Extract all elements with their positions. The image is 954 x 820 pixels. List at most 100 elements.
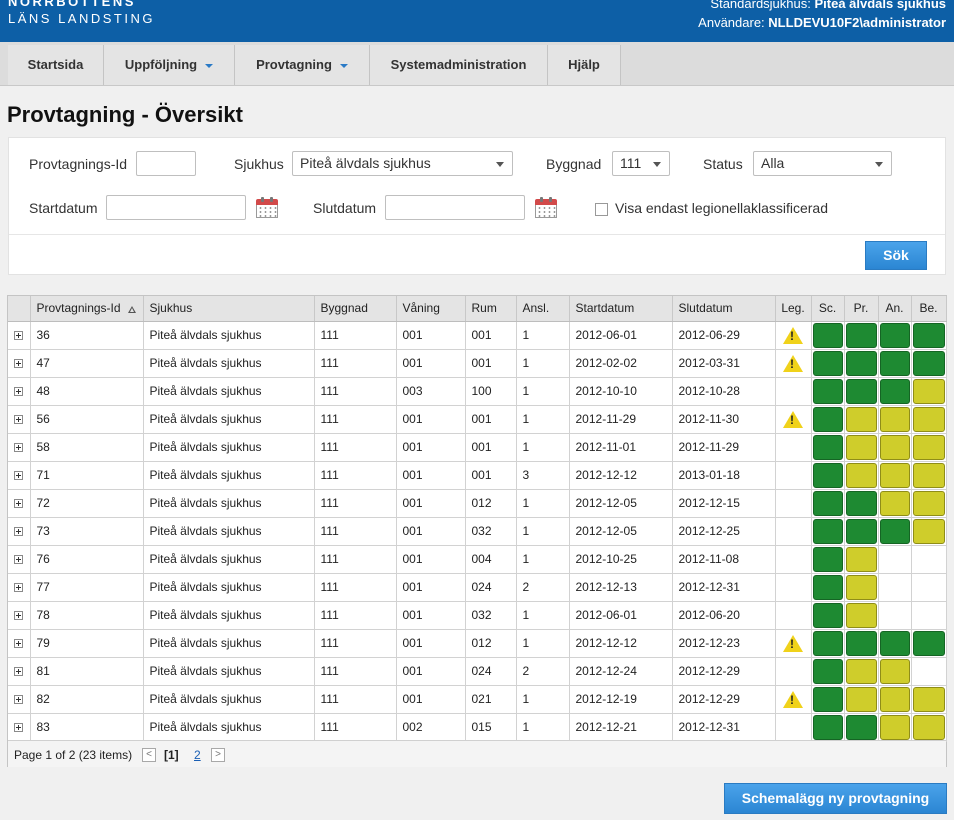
column-header-sc[interactable]: Sc. bbox=[811, 296, 845, 322]
calendar-ring bbox=[261, 197, 264, 202]
cell-vaning: 001 bbox=[396, 349, 466, 378]
column-header-be[interactable]: Be. bbox=[911, 296, 947, 322]
nav-hjalp-label: Hjälp bbox=[568, 57, 600, 72]
expand-plus-icon[interactable] bbox=[14, 639, 24, 649]
expand-plus-icon[interactable] bbox=[14, 527, 24, 537]
cell-ansl: 1 bbox=[516, 321, 570, 350]
expand-plus-icon[interactable] bbox=[14, 611, 24, 621]
table-row[interactable]: 58 Piteå älvdals sjukhus 111 001 001 1 2012-11… bbox=[8, 433, 947, 462]
cell-id: 83 bbox=[30, 713, 144, 742]
status-indicator-green bbox=[812, 518, 843, 544]
table-row[interactable]: 82 Piteå älvdals sjukhus 111 001 021 1 2012-12… bbox=[8, 685, 947, 714]
id-input[interactable] bbox=[136, 151, 196, 176]
nav-startsida[interactable]: Startsida bbox=[8, 45, 104, 85]
column-header-pr[interactable]: Pr. bbox=[844, 296, 879, 322]
sort-ascending-icon bbox=[127, 305, 136, 313]
expand-plus-icon[interactable] bbox=[14, 359, 24, 369]
table-row[interactable]: 36 Piteå älvdals sjukhus 111 001 001 1 2012-06… bbox=[8, 321, 947, 350]
startdate-input[interactable] bbox=[106, 195, 246, 220]
search-button[interactable]: Sök bbox=[865, 241, 927, 270]
column-header-slutdatum[interactable]: Slutdatum bbox=[672, 296, 776, 322]
expand-plus-icon[interactable] bbox=[14, 583, 24, 593]
expand-plus-icon[interactable] bbox=[14, 443, 24, 453]
status-indicator-yellow bbox=[912, 714, 945, 740]
expand-plus-icon[interactable] bbox=[14, 555, 24, 565]
status-indicator-green bbox=[845, 518, 877, 544]
nav-hjalp[interactable]: Hjälp bbox=[548, 45, 621, 85]
column-header-vaning[interactable]: Våning bbox=[396, 296, 466, 322]
building-select[interactable]: 111 bbox=[612, 151, 670, 176]
column-header-an[interactable]: An. bbox=[878, 296, 912, 322]
table-row[interactable]: 72 Piteå älvdals sjukhus 111 001 012 1 2012-12… bbox=[8, 489, 947, 518]
calendar-icon[interactable] bbox=[535, 197, 557, 218]
expand-plus-icon[interactable] bbox=[14, 723, 24, 733]
cell-rum: 024 bbox=[465, 657, 517, 686]
nav-uppfoljning[interactable]: Uppföljning bbox=[104, 45, 235, 85]
status-cell-pr bbox=[844, 433, 879, 462]
status-cell-sc bbox=[811, 601, 845, 630]
expand-plus-icon[interactable] bbox=[14, 471, 24, 481]
user-value: NLLDEVU10F2\administrator bbox=[768, 15, 946, 30]
column-header-id[interactable]: Provtagnings-Id bbox=[30, 296, 144, 322]
cell-byggnad: 111 bbox=[314, 377, 397, 406]
legionella-checkbox[interactable] bbox=[595, 203, 608, 216]
pager-page-2-link[interactable]: 2 bbox=[194, 748, 201, 762]
table-row[interactable]: 77 Piteå älvdals sjukhus 111 001 024 2 2012-12… bbox=[8, 573, 947, 602]
table-row[interactable]: 79 Piteå älvdals sjukhus 111 001 012 1 2012-12… bbox=[8, 629, 947, 658]
cell-sjukhus: Piteå älvdals sjukhus bbox=[143, 405, 315, 434]
table-row[interactable]: 83 Piteå älvdals sjukhus 111 002 015 1 2012-12… bbox=[8, 713, 947, 742]
expand-plus-icon[interactable] bbox=[14, 387, 24, 397]
warning-icon bbox=[783, 690, 803, 708]
status-indicator-green bbox=[845, 490, 877, 516]
table-row[interactable]: 56 Piteå älvdals sjukhus 111 001 001 1 2012-11… bbox=[8, 405, 947, 434]
status-cell-pr bbox=[844, 545, 879, 574]
table-row[interactable]: 48 Piteå älvdals sjukhus 111 003 100 1 2012-10… bbox=[8, 377, 947, 406]
column-header-rum[interactable]: Rum bbox=[465, 296, 517, 322]
expand-plus-icon[interactable] bbox=[14, 415, 24, 425]
expand-cell bbox=[8, 461, 31, 490]
warning-icon bbox=[783, 410, 803, 428]
table-row[interactable]: 81 Piteå älvdals sjukhus 111 001 024 2 2012-12… bbox=[8, 657, 947, 686]
filter-divider bbox=[9, 234, 945, 235]
cell-leg bbox=[775, 685, 812, 714]
status-select[interactable]: Alla bbox=[753, 151, 892, 176]
expand-plus-icon[interactable] bbox=[14, 667, 24, 677]
pager-prev-icon[interactable]: < bbox=[142, 748, 156, 762]
cell-id: 73 bbox=[30, 517, 144, 546]
column-header-leg[interactable]: Leg. bbox=[775, 296, 812, 322]
status-indicator-yellow bbox=[845, 462, 877, 488]
cell-ansl: 1 bbox=[516, 545, 570, 574]
table-row[interactable]: 71 Piteå älvdals sjukhus 111 001 001 3 2012-12… bbox=[8, 461, 947, 490]
expand-plus-icon[interactable] bbox=[14, 499, 24, 509]
cell-ansl: 1 bbox=[516, 489, 570, 518]
table-row[interactable]: 76 Piteå älvdals sjukhus 111 001 004 1 2012-10… bbox=[8, 545, 947, 574]
nav-systemadministration[interactable]: Systemadministration bbox=[370, 45, 548, 85]
cell-vaning: 001 bbox=[396, 629, 466, 658]
cell-slut: 2012-12-23 bbox=[672, 629, 776, 658]
status-label: Status bbox=[703, 156, 743, 172]
column-header-ansl[interactable]: Ansl. bbox=[516, 296, 570, 322]
hospital-select[interactable]: Piteå älvdals sjukhus bbox=[292, 151, 513, 176]
calendar-icon[interactable] bbox=[256, 197, 278, 218]
table-row[interactable]: 78 Piteå älvdals sjukhus 111 001 032 1 2012-06… bbox=[8, 601, 947, 630]
table-row[interactable]: 73 Piteå älvdals sjukhus 111 001 032 1 2012-12… bbox=[8, 517, 947, 546]
column-header-byggnad[interactable]: Byggnad bbox=[314, 296, 397, 322]
enddate-input[interactable] bbox=[385, 195, 525, 220]
cell-vaning: 001 bbox=[396, 461, 466, 490]
cell-id: 76 bbox=[30, 545, 144, 574]
nav-provtagning[interactable]: Provtagning bbox=[235, 45, 370, 85]
status-cell-be bbox=[911, 713, 947, 742]
building-label: Byggnad bbox=[546, 156, 602, 172]
pager-next-icon[interactable]: > bbox=[211, 748, 225, 762]
cell-leg bbox=[775, 517, 812, 546]
table-row[interactable]: 47 Piteå älvdals sjukhus 111 001 001 1 2012-02… bbox=[8, 349, 947, 378]
status-cell-an bbox=[878, 545, 912, 574]
cell-byggnad: 111 bbox=[314, 405, 397, 434]
column-header-startdatum[interactable]: Startdatum bbox=[569, 296, 673, 322]
schedule-new-sampling-button[interactable]: Schemalägg ny provtagning bbox=[724, 783, 947, 814]
status-cell-an bbox=[878, 433, 912, 462]
column-header-sjukhus[interactable]: Sjukhus bbox=[143, 296, 315, 322]
cell-vaning: 001 bbox=[396, 545, 466, 574]
expand-plus-icon[interactable] bbox=[14, 331, 24, 341]
expand-plus-icon[interactable] bbox=[14, 695, 24, 705]
